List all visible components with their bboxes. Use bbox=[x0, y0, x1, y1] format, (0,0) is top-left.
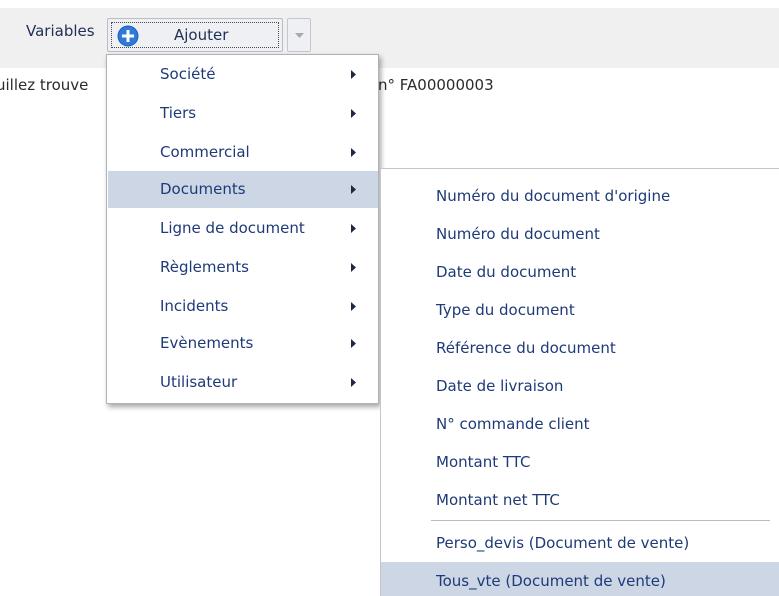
add-dropdown-toggle[interactable] bbox=[287, 18, 311, 52]
submenu-arrow-icon bbox=[351, 109, 356, 118]
submenu-item-type-document[interactable]: Type du document bbox=[381, 291, 779, 329]
menu-item-tiers[interactable]: Tiers bbox=[108, 95, 378, 132]
plus-circle-icon bbox=[117, 25, 139, 47]
submenu-item-label: Montant net TTC bbox=[436, 491, 560, 509]
menu-item-label: Commercial bbox=[160, 143, 250, 161]
submenu-arrow-icon bbox=[351, 224, 356, 233]
body-text-left: uillez trouve bbox=[0, 76, 89, 94]
submenu-item-date-document[interactable]: Date du document bbox=[381, 253, 779, 291]
submenu-item-label: Tous_vte (Document de vente) bbox=[436, 572, 666, 590]
submenu-item-montant-net-ttc[interactable]: Montant net TTC bbox=[381, 481, 779, 519]
caret-down-icon bbox=[295, 33, 304, 38]
variables-editor: Variables Ajouter uillez trouve n° FA000… bbox=[0, 0, 779, 596]
menu-item-utilisateur[interactable]: Utilisateur bbox=[108, 364, 378, 401]
menu-item-label: Ligne de document bbox=[160, 219, 305, 237]
menu-item-societe[interactable]: Société bbox=[108, 56, 378, 93]
submenu-item-label: Date du document bbox=[436, 263, 577, 281]
body-text-right: n° FA00000003 bbox=[378, 76, 494, 94]
submenu-arrow-icon bbox=[351, 263, 356, 272]
submenu-arrow-icon bbox=[351, 148, 356, 157]
submenu-separator bbox=[431, 520, 770, 521]
variables-menu: Société Tiers Commercial Documents Ligne… bbox=[106, 54, 379, 404]
submenu-item-label: Numéro du document bbox=[436, 225, 600, 243]
menu-item-label: Evènements bbox=[160, 334, 254, 352]
submenu-item-label: Référence du document bbox=[436, 339, 616, 357]
submenu-item-reference-document[interactable]: Référence du document bbox=[381, 329, 779, 367]
submenu-item-date-livraison[interactable]: Date de livraison bbox=[381, 367, 779, 405]
submenu-item-montant-ttc[interactable]: Montant TTC bbox=[381, 443, 779, 481]
add-variable-button[interactable]: Ajouter bbox=[107, 18, 283, 52]
menu-item-label: Société bbox=[160, 65, 216, 83]
submenu-item-numero-document[interactable]: Numéro du document bbox=[381, 215, 779, 253]
menu-item-reglements[interactable]: Règlements bbox=[108, 249, 378, 286]
variables-label: Variables bbox=[26, 22, 95, 40]
submenu-arrow-icon bbox=[351, 302, 356, 311]
menu-item-ligne-de-document[interactable]: Ligne de document bbox=[108, 210, 378, 247]
submenu-item-tous-vte[interactable]: Tous_vte (Document de vente) bbox=[381, 562, 779, 596]
menu-item-label: Documents bbox=[160, 180, 246, 198]
submenu-arrow-icon bbox=[351, 378, 356, 387]
submenu-item-numero-document-origine[interactable]: Numéro du document d'origine bbox=[381, 177, 779, 215]
menu-item-documents[interactable]: Documents bbox=[108, 171, 378, 208]
submenu-item-label: N° commande client bbox=[436, 415, 590, 433]
menu-item-commercial[interactable]: Commercial bbox=[108, 134, 378, 171]
submenu-item-label: Type du document bbox=[436, 301, 575, 319]
submenu-item-perso-devis[interactable]: Perso_devis (Document de vente) bbox=[381, 524, 779, 562]
submenu-item-label: Date de livraison bbox=[436, 377, 564, 395]
menu-item-evenements[interactable]: Evènements bbox=[108, 325, 378, 362]
add-button-label: Ajouter bbox=[174, 26, 229, 44]
menu-item-label: Utilisateur bbox=[160, 373, 238, 391]
submenu-arrow-icon bbox=[351, 70, 356, 79]
submenu-item-commande-client[interactable]: N° commande client bbox=[381, 405, 779, 443]
submenu-item-label: Numéro du document d'origine bbox=[436, 187, 671, 205]
submenu-item-label: Montant TTC bbox=[436, 453, 531, 471]
menu-item-label: Règlements bbox=[160, 258, 249, 276]
submenu-item-label: Perso_devis (Document de vente) bbox=[436, 534, 690, 552]
documents-submenu: Numéro du document d'origine Numéro du d… bbox=[380, 168, 779, 596]
menu-item-label: Incidents bbox=[160, 297, 229, 315]
menu-item-label: Tiers bbox=[160, 104, 197, 122]
submenu-arrow-icon bbox=[351, 185, 356, 194]
submenu-arrow-icon bbox=[351, 339, 356, 348]
menu-item-incidents[interactable]: Incidents bbox=[108, 288, 378, 325]
